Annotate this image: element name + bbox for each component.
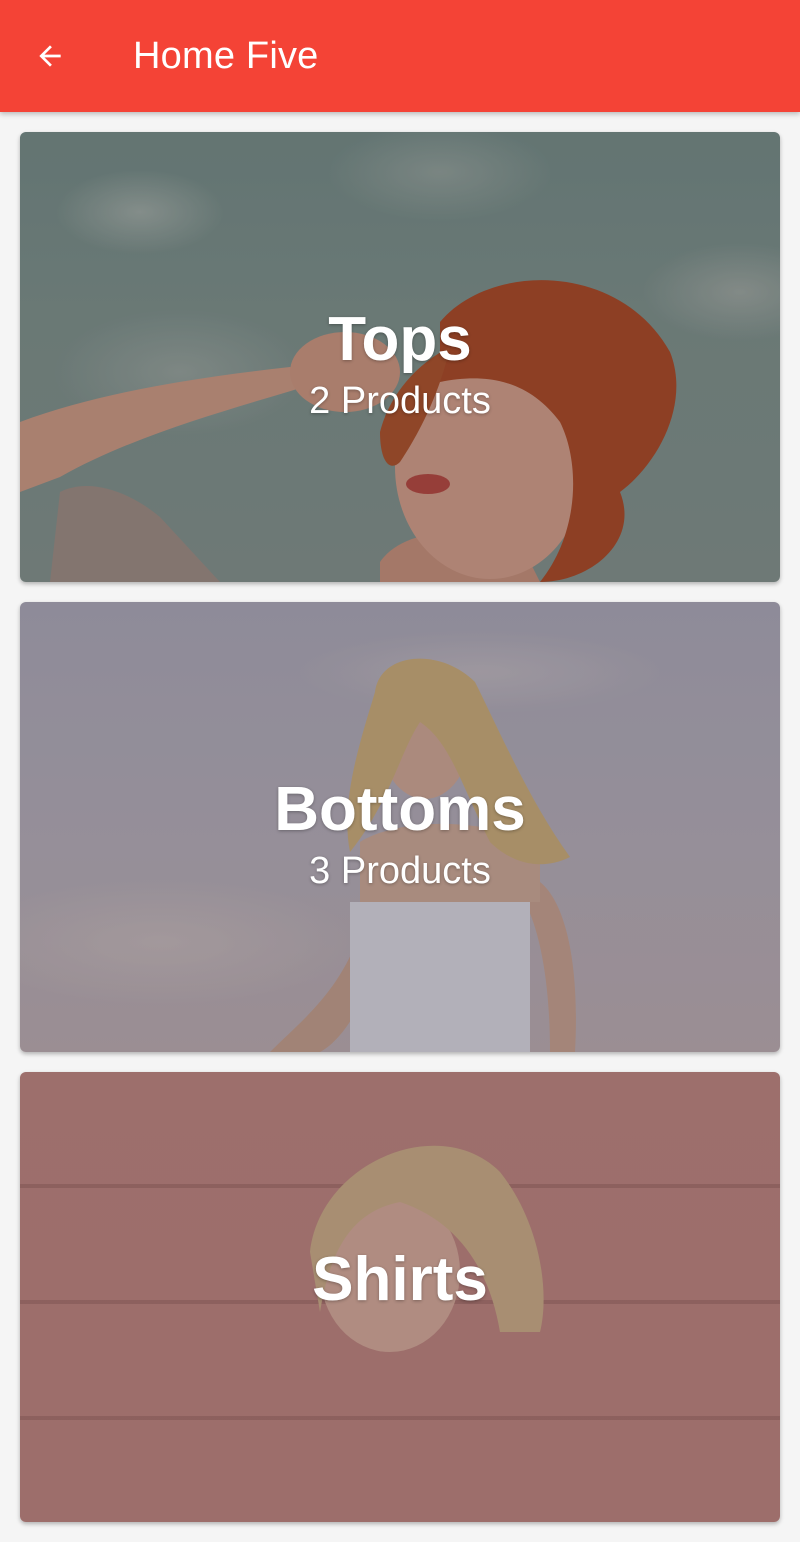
category-text-bottoms: Bottoms 3 Products (20, 774, 780, 896)
category-card-bottoms[interactable]: Bottoms 3 Products (20, 602, 780, 1052)
category-name: Bottoms (274, 775, 526, 844)
category-name: Shirts (312, 1245, 488, 1314)
page-title: Home Five (133, 35, 319, 77)
category-list: Tops 2 Products Bottoms 3 Products Shirt… (20, 132, 780, 1542)
category-card-shirts[interactable]: Shirts (20, 1072, 780, 1522)
category-product-count: 3 Products (309, 850, 491, 892)
arrow-back-icon (39, 45, 61, 67)
category-name: Tops (328, 305, 472, 374)
category-text-tops: Tops 2 Products (20, 304, 780, 426)
category-product-count: 2 Products (309, 380, 491, 422)
category-card-tops[interactable]: Tops 2 Products (20, 132, 780, 582)
category-text-shirts: Shirts (20, 1244, 780, 1316)
back-button[interactable] (22, 28, 78, 84)
app-bar: Home Five (0, 0, 800, 112)
